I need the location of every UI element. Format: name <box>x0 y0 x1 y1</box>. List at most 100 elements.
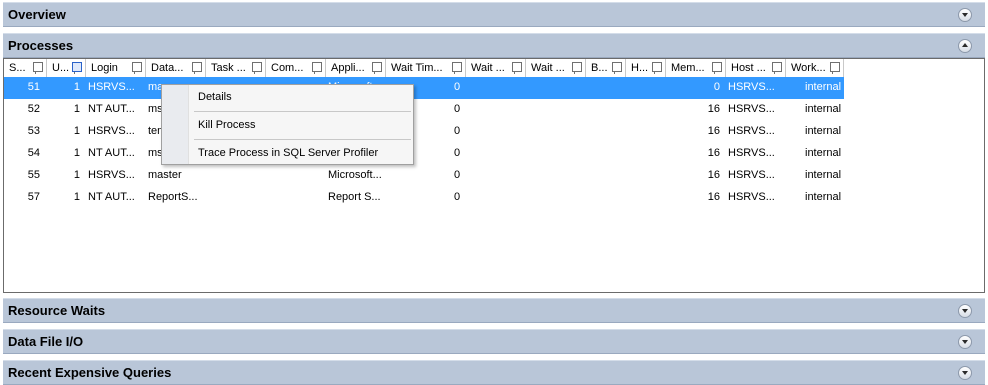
column-header-wait-time[interactable]: Wait Tim... <box>386 59 466 77</box>
filter-icon[interactable] <box>712 62 722 74</box>
memory: 16 <box>707 147 720 159</box>
column-header-task[interactable]: Task ... <box>206 59 266 77</box>
session-id: 55 <box>27 169 40 181</box>
host: HSRVS... <box>728 125 775 137</box>
expand-chevron-icon[interactable] <box>958 335 972 349</box>
column-header-wait-type[interactable]: Wait ... <box>466 59 526 77</box>
memory: 16 <box>707 169 720 181</box>
filter-icon[interactable] <box>33 62 43 74</box>
wait-time: 0 <box>454 191 461 203</box>
collapse-chevron-icon[interactable] <box>958 39 972 53</box>
login: NT AUT... <box>88 103 135 115</box>
resource-waits-title: Resource Waits <box>8 303 106 318</box>
memory: 16 <box>707 125 720 137</box>
table-row[interactable]: 57 1 NT AUT... ReportS... Report S... 0 … <box>4 187 844 209</box>
filter-icon[interactable] <box>452 62 462 74</box>
recent-queries-panel-header[interactable]: Recent Expensive Queries <box>3 360 985 385</box>
column-header-memory[interactable]: Mem... <box>666 59 726 77</box>
host: HSRVS... <box>728 147 775 159</box>
column-header-application[interactable]: Appli... <box>326 59 386 77</box>
column-header-head-blocker[interactable]: H... <box>626 59 666 77</box>
workload: internal <box>805 125 842 137</box>
table-row[interactable]: 55 1 HSRVS... master Microsoft... 0 16 H… <box>4 165 844 187</box>
column-header-database[interactable]: Data... <box>146 59 206 77</box>
filter-icon[interactable] <box>372 62 382 74</box>
filter-icon[interactable] <box>72 62 82 74</box>
grid-header-row: S... U... Login Data... Task ... Com... … <box>4 59 844 78</box>
table-row[interactable]: 53 1 HSRVS... tem 0 16 HSRVS... internal <box>4 121 844 143</box>
filter-icon[interactable] <box>572 62 582 74</box>
database: ReportS... <box>148 191 198 203</box>
user-process: 1 <box>73 191 80 203</box>
user-process: 1 <box>73 147 80 159</box>
user-process: 1 <box>73 169 80 181</box>
host: HSRVS... <box>728 81 775 93</box>
table-row[interactable]: 52 1 NT AUT... msd 0 16 HSRVS... interna… <box>4 99 844 121</box>
column-header-user[interactable]: U... <box>47 59 86 77</box>
expand-chevron-icon[interactable] <box>958 304 972 318</box>
workload: internal <box>805 81 842 93</box>
login: HSRVS... <box>88 81 135 93</box>
filter-icon[interactable] <box>312 62 322 74</box>
menu-item-kill-process[interactable]: Kill Process <box>198 119 255 131</box>
login: HSRVS... <box>88 125 135 137</box>
context-menu: Details Kill Process Trace Process in SQ… <box>161 84 414 165</box>
filter-icon[interactable] <box>512 62 522 74</box>
filter-icon[interactable] <box>830 62 840 74</box>
application: Microsoft... <box>328 169 382 181</box>
filter-icon[interactable] <box>772 62 782 74</box>
workload: internal <box>805 147 842 159</box>
column-header-wait-resource[interactable]: Wait ... <box>526 59 586 77</box>
login: NT AUT... <box>88 147 135 159</box>
session-id: 53 <box>27 125 40 137</box>
column-header-command[interactable]: Com... <box>266 59 326 77</box>
expand-chevron-icon[interactable] <box>958 366 972 380</box>
workload: internal <box>805 103 842 115</box>
column-header-workload[interactable]: Work... <box>786 59 844 77</box>
column-header-blocked-by[interactable]: B... <box>586 59 626 77</box>
resource-waits-panel-header[interactable]: Resource Waits <box>3 298 985 323</box>
column-header-login[interactable]: Login <box>86 59 146 77</box>
data-file-io-title: Data File I/O <box>8 334 84 349</box>
filter-icon[interactable] <box>132 62 142 74</box>
menu-icon-gutter <box>162 85 189 164</box>
processes-panel-header[interactable]: Processes <box>3 33 985 58</box>
database: master <box>148 169 182 181</box>
workload: internal <box>805 169 842 181</box>
workload: internal <box>805 191 842 203</box>
table-row[interactable]: 54 1 NT AUT... msd 0 16 HSRVS... interna… <box>4 143 844 165</box>
overview-panel-header[interactable]: Overview <box>3 2 985 27</box>
session-id: 54 <box>27 147 40 159</box>
processes-grid[interactable]: S... U... Login Data... Task ... Com... … <box>3 58 985 293</box>
login: HSRVS... <box>88 169 135 181</box>
menu-separator <box>194 139 411 140</box>
login: NT AUT... <box>88 191 135 203</box>
user-process: 1 <box>73 81 80 93</box>
menu-separator <box>194 111 411 112</box>
recent-queries-title: Recent Expensive Queries <box>8 365 172 380</box>
user-process: 1 <box>73 103 80 115</box>
session-id: 57 <box>27 191 40 203</box>
menu-item-details[interactable]: Details <box>198 91 232 103</box>
application: Report S... <box>328 191 381 203</box>
host: HSRVS... <box>728 191 775 203</box>
filter-icon[interactable] <box>612 62 622 74</box>
column-header-host[interactable]: Host ... <box>726 59 786 77</box>
data-file-io-panel-header[interactable]: Data File I/O <box>3 329 985 354</box>
user-process: 1 <box>73 125 80 137</box>
wait-time: 0 <box>454 147 461 159</box>
filter-icon[interactable] <box>652 62 662 74</box>
filter-icon[interactable] <box>252 62 262 74</box>
memory: 0 <box>713 81 720 93</box>
host: HSRVS... <box>728 103 775 115</box>
column-header-session[interactable]: S... <box>4 59 47 77</box>
filter-icon[interactable] <box>192 62 202 74</box>
processes-title: Processes <box>8 38 74 53</box>
session-id: 51 <box>27 81 40 93</box>
table-row[interactable]: 51 1 HSRVS... ma Microsoft... 0 0 HSRVS.… <box>4 77 844 99</box>
memory: 16 <box>707 191 720 203</box>
expand-chevron-icon[interactable] <box>958 8 972 22</box>
menu-item-trace-process[interactable]: Trace Process in SQL Server Profiler <box>198 147 378 159</box>
wait-time: 0 <box>454 125 461 137</box>
host: HSRVS... <box>728 169 775 181</box>
